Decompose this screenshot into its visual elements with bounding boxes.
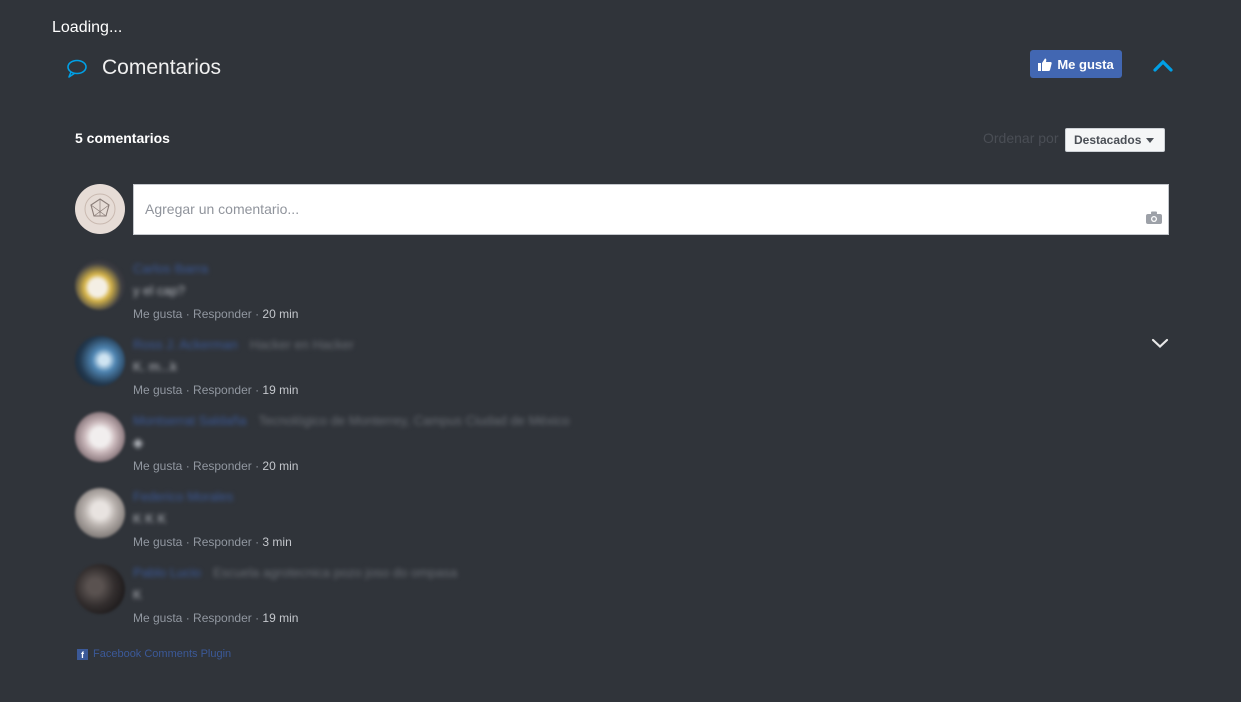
comment-time[interactable]: 3 min xyxy=(262,535,291,549)
comment-text: y el cap? xyxy=(133,283,186,298)
comment-actions: Me gusta · Responder · 19 min xyxy=(133,611,299,625)
speech-bubble-icon xyxy=(67,59,87,78)
comment-actions: Me gusta · Responder · 20 min xyxy=(133,307,299,321)
comment-count: 5 comentarios xyxy=(75,130,170,146)
comment-like-link[interactable]: Me gusta xyxy=(133,611,182,625)
commenter-avatar[interactable] xyxy=(75,260,125,310)
comment-reply-link[interactable]: Responder xyxy=(193,307,252,321)
user-avatar xyxy=(75,184,125,234)
thumbs-up-icon xyxy=(1038,58,1053,71)
comment-like-link[interactable]: Me gusta xyxy=(133,307,182,321)
chevron-down-icon[interactable] xyxy=(1151,337,1169,349)
facebook-icon: f xyxy=(77,648,88,660)
comment-time[interactable]: 20 min xyxy=(262,459,298,473)
comment-reply-link[interactable]: Responder xyxy=(193,611,252,625)
comment-reply-link[interactable]: Responder xyxy=(193,459,252,473)
plugin-label: Facebook Comments Plugin xyxy=(93,648,232,660)
comment-item: Pablo Lucio Escuela agrotecnica pozo joso… xyxy=(75,564,1175,634)
comment-like-link[interactable]: Me gusta xyxy=(133,383,182,397)
commenter-name[interactable]: Ross J. Ackerman Hacker en Hacker xyxy=(133,337,354,352)
comment-reply-link[interactable]: Responder xyxy=(193,535,252,549)
chevron-up-icon[interactable] xyxy=(1152,56,1174,74)
comments-header: Comentarios Me gusta xyxy=(66,50,1176,84)
like-page-button[interactable]: Me gusta xyxy=(1030,50,1122,78)
commenter-name[interactable]: Carlos Ibarra xyxy=(133,261,208,276)
comment-reply-link[interactable]: Responder xyxy=(193,383,252,397)
comment-item: Ross J. Ackerman Hacker en Hacker K. m...… xyxy=(75,336,1175,406)
comment-time[interactable]: 20 min xyxy=(262,307,298,321)
comment-actions: Me gusta · Responder · 20 min xyxy=(133,459,299,473)
logo-icon xyxy=(84,193,116,225)
facebook-plugin-link[interactable]: f Facebook Comments Plugin xyxy=(77,648,231,660)
sort-dropdown[interactable]: Destacados xyxy=(1065,128,1165,152)
camera-icon[interactable] xyxy=(1146,211,1162,224)
loading-text: Loading... xyxy=(52,19,123,36)
comment-item: Federico Morales K K K Me gusta · Respon… xyxy=(75,488,1175,558)
sort-selected-value: Destacados xyxy=(1074,133,1142,147)
comment-actions: Me gusta · Responder · 19 min xyxy=(133,383,299,397)
comment-time[interactable]: 19 min xyxy=(262,383,298,397)
comment-text: K K K xyxy=(133,511,167,526)
commenter-name[interactable]: Federico Morales xyxy=(133,489,233,504)
comment-time[interactable]: 19 min xyxy=(262,611,298,625)
comment-input[interactable]: Agregar un comentario... xyxy=(133,184,1169,235)
commenter-name[interactable]: Montserrat Saldaña Tecnológico de Monterr… xyxy=(133,413,570,428)
commenter-avatar[interactable] xyxy=(75,412,125,462)
comment-like-link[interactable]: Me gusta xyxy=(133,459,182,473)
comment-text: K. m...k xyxy=(133,359,178,374)
caret-down-icon xyxy=(1146,137,1155,143)
comment-item: Carlos Ibarra y el cap? Me gusta · Respo… xyxy=(75,260,1175,330)
commenter-avatar[interactable] xyxy=(75,564,125,614)
comment-like-link[interactable]: Me gusta xyxy=(133,535,182,549)
sort-label: Ordenar por xyxy=(983,130,1059,146)
comment-actions: Me gusta · Responder · 3 min xyxy=(133,535,292,549)
comment-item: Montserrat Saldaña Tecnológico de Monterr… xyxy=(75,412,1175,482)
section-title: Comentarios xyxy=(102,56,222,79)
commenter-avatar[interactable] xyxy=(75,336,125,386)
comment-placeholder: Agregar un comentario... xyxy=(145,201,300,217)
comment-text: ◆ xyxy=(133,435,143,450)
like-button-label: Me gusta xyxy=(1057,56,1114,72)
commenter-avatar[interactable] xyxy=(75,488,125,538)
comment-text: K xyxy=(133,587,142,602)
commenter-name[interactable]: Pablo Lucio Escuela agrotecnica pozo joso… xyxy=(133,565,457,580)
